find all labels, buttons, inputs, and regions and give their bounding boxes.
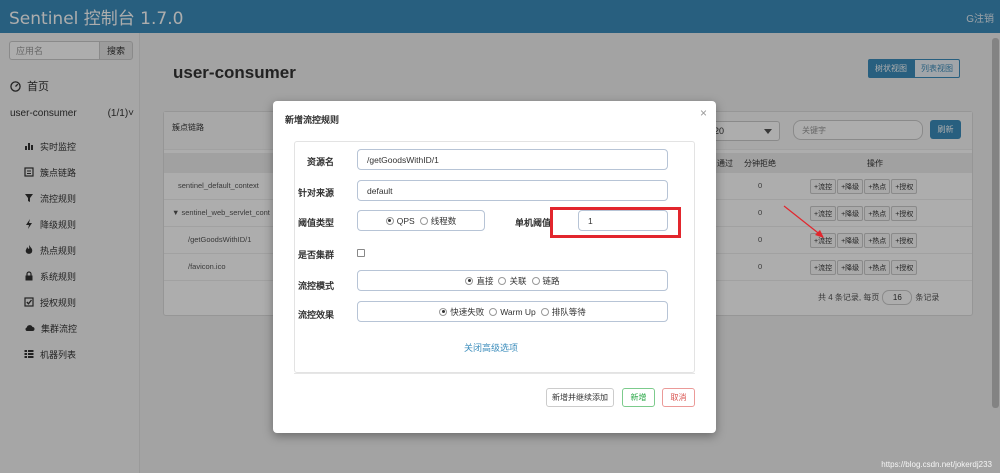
strategy-radio-group: 直接 关联 链路	[357, 270, 668, 291]
cancel-button[interactable]: 取消	[662, 388, 695, 407]
strategy-direct-radio[interactable]: 直接	[465, 275, 493, 287]
add-flow-rule-dialog: 新增流控规则 × 资源名 /getGoodsWithID/1 针对来源 defa…	[273, 101, 716, 433]
cluster-checkbox[interactable]	[357, 249, 365, 257]
effect-fast-label: 快速失败	[450, 306, 485, 317]
strategy-relate-label: 关联	[509, 275, 527, 286]
strategy-relate-radio[interactable]: 关联	[498, 275, 527, 287]
strategy-label: 流控模式	[298, 281, 335, 291]
annotation-arrow-icon	[783, 205, 824, 238]
effect-warmup-radio[interactable]: Warm Up	[489, 307, 536, 317]
radio-unchecked-icon	[489, 307, 498, 316]
toggle-advanced-link[interactable]: 关闭高级选项	[464, 341, 518, 354]
effect-queue-radio[interactable]: 排队等待	[540, 306, 586, 318]
strategy-chain-radio[interactable]: 链路	[531, 275, 560, 287]
resource-label: 资源名	[307, 157, 335, 167]
watermark-text: https://blog.csdn.net/jokerdj233	[881, 460, 992, 469]
radio-unchecked-icon	[531, 276, 540, 285]
limit-app-label: 针对来源	[298, 188, 335, 198]
effect-warmup-label: Warm Up	[500, 306, 536, 317]
radio-unchecked-icon	[419, 216, 428, 225]
close-icon[interactable]: ×	[700, 106, 707, 120]
effect-radio-group: 快速失败 Warm Up 排队等待	[357, 301, 668, 322]
effect-fast-radio[interactable]: 快速失败	[439, 306, 484, 318]
add-button[interactable]: 新增	[622, 388, 655, 407]
limit-app-input[interactable]: default	[357, 180, 668, 201]
strategy-chain-label: 链路	[542, 275, 560, 286]
grade-radio-group: QPS 线程数	[357, 210, 485, 231]
grade-qps-label: QPS	[396, 215, 415, 226]
dialog-title: 新增流控规则	[285, 115, 340, 125]
grade-qps-radio[interactable]: QPS	[385, 215, 415, 226]
rule-form	[294, 141, 695, 373]
radio-checked-icon	[385, 216, 394, 225]
radio-unchecked-icon	[498, 276, 507, 285]
effect-label: 流控效果	[298, 310, 335, 320]
radio-checked-icon	[465, 276, 474, 285]
cluster-label: 是否集群	[298, 250, 335, 260]
radio-checked-icon	[439, 307, 448, 316]
count-label: 单机阈值	[515, 218, 552, 228]
grade-label: 阈值类型	[298, 218, 335, 228]
resource-input[interactable]: /getGoodsWithID/1	[357, 149, 668, 170]
dialog-divider	[294, 373, 695, 374]
add-and-continue-button[interactable]: 新增并继续添加	[546, 388, 614, 407]
grade-thread-label: 线程数	[430, 215, 457, 226]
highlight-annotation	[550, 207, 681, 238]
grade-thread-radio[interactable]: 线程数	[419, 215, 457, 227]
effect-queue-label: 排队等待	[551, 306, 586, 317]
strategy-direct-label: 直接	[476, 275, 494, 286]
radio-unchecked-icon	[540, 307, 549, 316]
